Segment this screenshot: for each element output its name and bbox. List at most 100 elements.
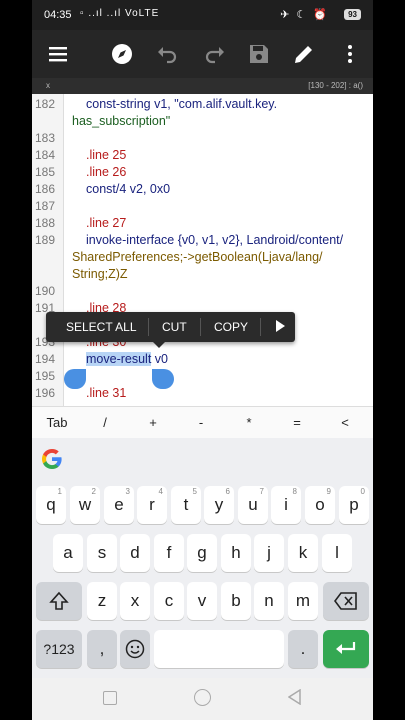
key-h[interactable]: h [221,534,251,572]
line-number: 186 [35,182,56,196]
soft-keyboard: q1 w2 e3 r4 t5 y6 u7 i8 o9 p0 a s d f g … [32,438,373,678]
symbol-minus-key[interactable]: - [186,415,216,430]
key-w[interactable]: w2 [70,486,100,524]
status-icons: ✈ ☾ ⏰ [280,9,329,21]
more-vert-icon[interactable] [338,42,362,66]
code-line: 184 .line 25 [32,147,373,164]
more-options-icon[interactable] [276,320,285,332]
space-key[interactable] [154,630,284,668]
backspace-key[interactable] [323,582,369,620]
comma-key[interactable]: , [87,630,117,668]
key-j[interactable]: j [254,534,284,572]
code-text: move-result v0 [86,351,168,368]
cut-button[interactable]: CUT [162,320,187,334]
status-bar: 04:35 ▫ ..ıl ..ıl VoLTE ✈ ☾ ⏰ 93 [32,0,373,30]
back-icon[interactable] [287,688,302,710]
code-line: 194 move-result v0 [32,351,373,368]
close-tab-icon[interactable]: x [46,81,50,90]
key-m[interactable]: m [288,582,318,620]
redo-icon[interactable] [202,42,226,66]
line-number: 183 [35,131,56,145]
code-editor[interactable]: 182 const-string v1, "com.alif.vault.key… [32,94,373,406]
key-r[interactable]: r4 [137,486,167,524]
enter-icon [336,642,356,654]
selection-start-handle[interactable] [64,369,86,389]
keyboard-suggestion-bar [32,438,373,480]
key-v[interactable]: v [187,582,217,620]
google-g-icon[interactable] [40,447,64,476]
line-number: 194 [35,352,56,366]
key-i[interactable]: i8 [271,486,301,524]
code-line: 183 [32,130,373,147]
selection-end-handle[interactable] [152,369,174,389]
key-label: t [183,495,189,514]
symbol-slash-key[interactable]: / [90,415,120,430]
app-toolbar [32,30,373,78]
key-e[interactable]: e3 [104,486,134,524]
menu-divider [148,318,149,336]
status-time: 04:35 [44,9,72,21]
key-b[interactable]: b [221,582,251,620]
period-key[interactable]: . [288,630,318,668]
key-label: y [214,495,224,514]
key-q[interactable]: q1 [36,486,66,524]
symbol-star-key[interactable]: * [234,415,264,430]
key-label: w [78,495,92,514]
menu-pointer [153,342,165,348]
code-continuation: String;Z)Z [72,267,128,281]
edit-icon[interactable] [292,42,316,66]
key-f[interactable]: f [154,534,184,572]
key-d[interactable]: d [120,534,150,572]
symbols-toggle-key[interactable]: ?123 [36,630,82,668]
recents-icon[interactable] [103,691,117,705]
menu-icon[interactable] [46,42,70,66]
key-hint: 8 [292,487,297,496]
text-selection-menu: SELECT ALL CUT COPY [46,312,295,348]
line-number: 182 [35,97,56,111]
home-icon[interactable] [194,689,211,706]
code-text-rest: v0 [151,352,168,366]
key-n[interactable]: n [254,582,284,620]
copy-button[interactable]: COPY [214,320,248,334]
battery-icon: 93 [344,9,361,20]
key-u[interactable]: u7 [238,486,268,524]
key-y[interactable]: y6 [204,486,234,524]
symbol-plus-key[interactable]: + [138,415,168,430]
key-k[interactable]: k [288,534,318,572]
shift-icon [49,591,69,610]
symbol-equals-key[interactable]: = [282,415,312,430]
enter-key[interactable] [323,630,369,668]
signal-icons: ▫ ..ıl ..ıl VoLTE [80,8,160,19]
undo-icon[interactable] [156,42,180,66]
key-l[interactable]: l [322,534,352,572]
compass-icon[interactable] [110,42,134,66]
emoji-key[interactable] [120,630,150,668]
line-number: 185 [35,165,56,179]
save-icon[interactable] [247,42,271,66]
symbol-less-than-key[interactable]: < [330,415,360,430]
symbol-tab-key[interactable]: Tab [42,415,72,430]
key-label: e [114,495,124,514]
key-a[interactable]: a [53,534,83,572]
key-o[interactable]: o9 [305,486,335,524]
key-z[interactable]: z [87,582,117,620]
symbol-bar: Tab / + - * = < [32,406,373,439]
menu-divider [260,318,261,336]
key-s[interactable]: s [87,534,117,572]
key-g[interactable]: g [187,534,217,572]
key-hint: 1 [57,487,62,496]
code-line: 187 [32,198,373,215]
select-all-button[interactable]: SELECT ALL [66,320,137,334]
code-text: .line 25 [86,148,127,162]
code-line-wrap: has_subscription" [32,113,373,130]
key-x[interactable]: x [120,582,150,620]
key-c[interactable]: c [154,582,184,620]
key-label: p [349,495,359,514]
line-number: 187 [35,199,56,213]
line-number: 190 [35,284,56,298]
system-nav-bar [32,678,373,720]
shift-key[interactable] [36,582,82,620]
emoji-icon [125,639,145,659]
key-t[interactable]: t5 [171,486,201,524]
key-p[interactable]: p0 [339,486,369,524]
